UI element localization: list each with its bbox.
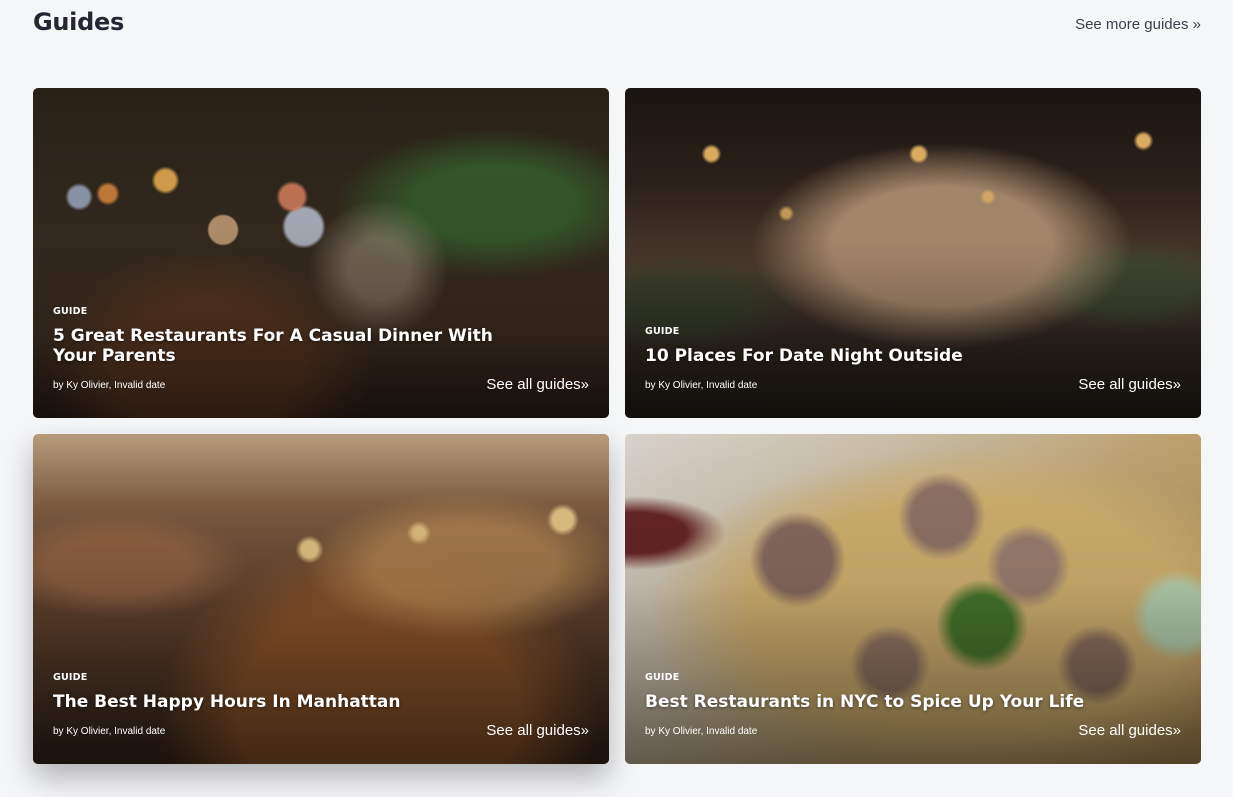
guide-card[interactable]: GUIDE 10 Places For Date Night Outside b… <box>625 88 1201 418</box>
see-more-guides-link[interactable]: See more guides » <box>1075 16 1201 33</box>
guide-title[interactable]: The Best Happy Hours In Manhattan <box>53 692 533 712</box>
see-all-guides-link[interactable]: See all guides» <box>486 376 589 393</box>
guide-card[interactable]: GUIDE The Best Happy Hours In Manhattan … <box>33 434 609 764</box>
guide-tag: GUIDE <box>645 326 680 337</box>
guides-grid: GUIDE 5 Great Restaurants For A Casual D… <box>33 88 1201 764</box>
see-all-guides-link[interactable]: See all guides» <box>1078 376 1181 393</box>
guide-byline: by Ky Olivier, Invalid date <box>53 380 166 391</box>
guide-title[interactable]: 5 Great Restaurants For A Casual Dinner … <box>53 326 533 366</box>
guide-card[interactable]: GUIDE Best Restaurants in NYC to Spice U… <box>625 434 1201 764</box>
guide-byline: by Ky Olivier, Invalid date <box>645 380 758 391</box>
guides-header: Guides See more guides » <box>33 8 1201 42</box>
guide-byline: by Ky Olivier, Invalid date <box>53 726 166 737</box>
guide-byline: by Ky Olivier, Invalid date <box>645 726 758 737</box>
guide-title[interactable]: 10 Places For Date Night Outside <box>645 346 1125 366</box>
see-all-guides-link[interactable]: See all guides» <box>1078 722 1181 739</box>
guide-tag: GUIDE <box>53 672 88 683</box>
guide-tag: GUIDE <box>645 672 680 683</box>
guide-title[interactable]: Best Restaurants in NYC to Spice Up Your… <box>645 692 1125 712</box>
guide-tag: GUIDE <box>53 306 88 317</box>
see-all-guides-link[interactable]: See all guides» <box>486 722 589 739</box>
guide-card[interactable]: GUIDE 5 Great Restaurants For A Casual D… <box>33 88 609 418</box>
page-title: Guides <box>33 8 124 36</box>
